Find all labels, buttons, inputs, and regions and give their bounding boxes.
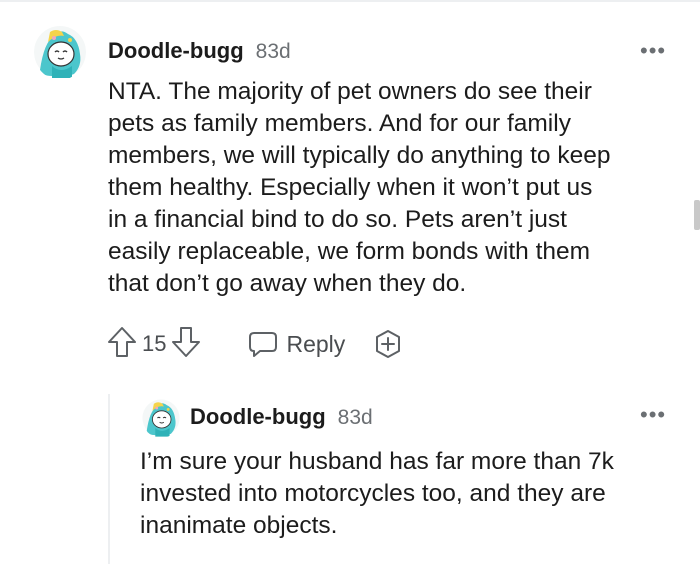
username[interactable]: Doodle-bugg	[108, 38, 244, 64]
comment-actions: 15 Reply	[106, 326, 403, 362]
upvote-arrow-icon	[108, 326, 136, 357]
comment-meta: Doodle-bugg 83d	[108, 38, 291, 64]
thread-line[interactable]	[108, 394, 110, 564]
comment-line: I’m sure your husband has far more than …	[140, 448, 614, 475]
upvote-button[interactable]	[106, 325, 138, 364]
more-dots-icon[interactable]: •••	[640, 404, 666, 426]
avatar[interactable]	[34, 24, 86, 80]
comment-thread: Doodle-bugg 83d ••• NTA. The majority of…	[0, 0, 700, 564]
snoo-avatar-icon	[34, 26, 86, 78]
comment-line: inanimate objects.	[140, 512, 338, 539]
comment: Doodle-bugg 83d ••• NTA. The majority of…	[0, 0, 700, 380]
downvote-button[interactable]	[170, 325, 202, 364]
reply-button[interactable]: Reply	[248, 330, 345, 358]
comment-body: NTA. The majority of pet owners do see t…	[108, 76, 688, 300]
timestamp: 83d	[337, 406, 373, 429]
speech-bubble-icon	[249, 332, 278, 357]
downvote-arrow-icon	[172, 326, 201, 357]
comment-line: members, we will typically do anything t…	[108, 142, 611, 169]
vote-count: 15	[142, 331, 167, 356]
award-plus-icon	[376, 330, 401, 358]
timestamp: 83d	[255, 40, 291, 63]
comment-body: I’m sure your husband has far more than …	[140, 446, 690, 542]
comment-line: in a financial bind to do so. Pets aren’…	[108, 206, 567, 233]
award-button[interactable]	[373, 329, 403, 359]
reply-label: Reply	[286, 330, 346, 357]
comment-meta: Doodle-bugg 83d	[190, 404, 373, 430]
comment-line: them healthy. Especially when it won’t p…	[108, 174, 593, 201]
comment-line: pets as family members. And for our fami…	[108, 110, 571, 137]
username[interactable]: Doodle-bugg	[190, 404, 326, 430]
snoo-avatar-icon	[142, 399, 180, 437]
comment-line: that don’t go away when they do.	[108, 270, 467, 297]
more-dots-icon[interactable]: •••	[640, 40, 666, 62]
comment-line: invested into motorcycles too, and they …	[140, 480, 606, 507]
comment-line: easily replaceable, we form bonds with t…	[108, 238, 591, 265]
comment-line: NTA. The majority of pet owners do see t…	[108, 78, 592, 105]
scrollbar-thumb[interactable]	[694, 200, 700, 230]
avatar[interactable]	[142, 398, 180, 438]
